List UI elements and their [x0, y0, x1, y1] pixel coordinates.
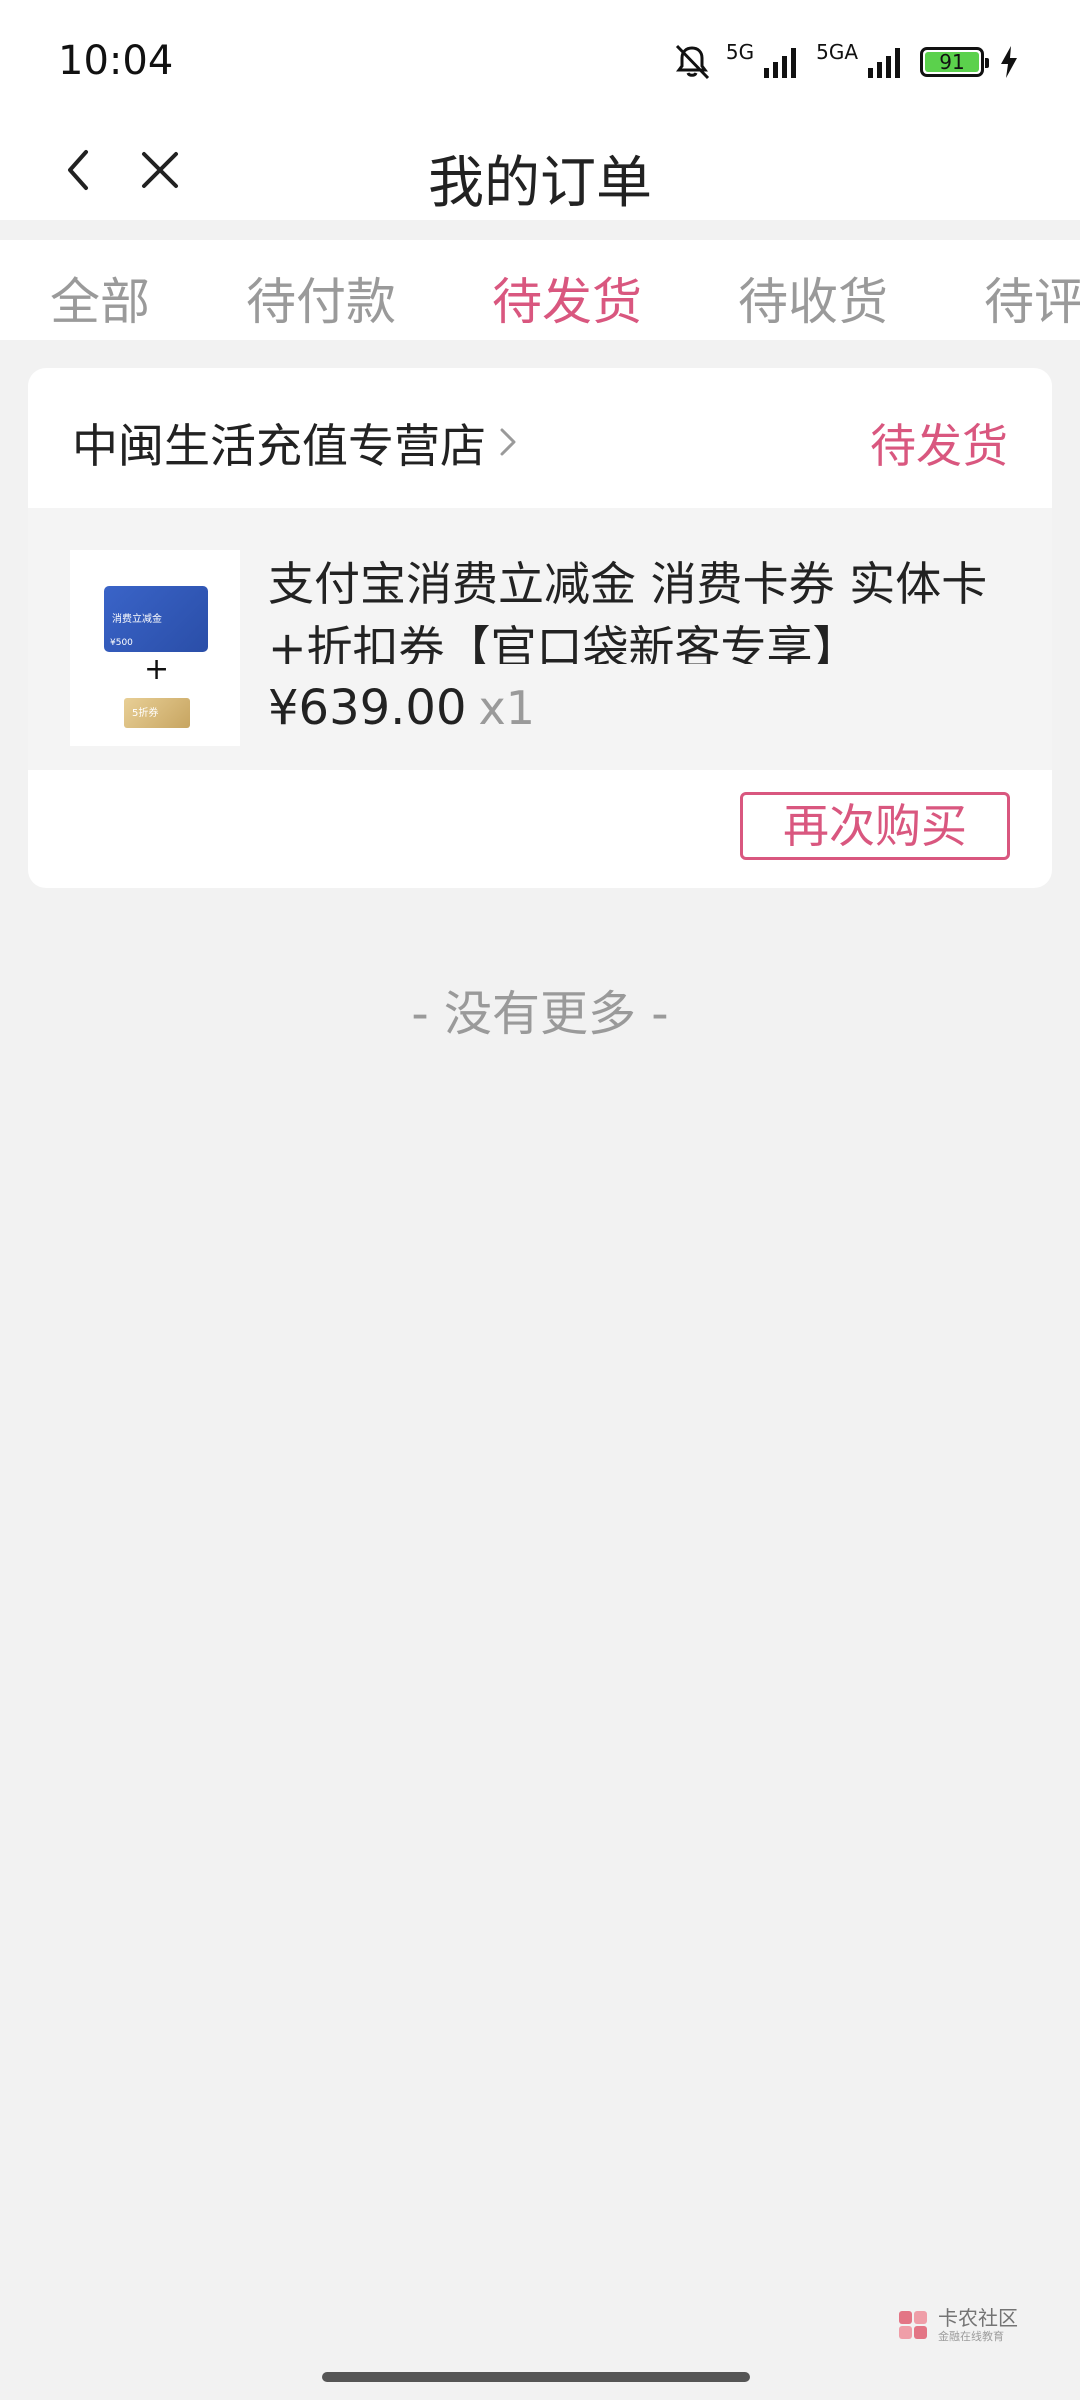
- signal-icon: [764, 48, 797, 78]
- battery-level: 91: [925, 52, 979, 72]
- chevron-right-icon: [500, 428, 516, 456]
- status-time: 10:04: [58, 38, 174, 84]
- battery-icon: 91: [920, 47, 989, 77]
- thumb-card-amount: ¥500: [110, 638, 133, 648]
- order-tabs: 全部 待付款 待发货 待收货 待评: [0, 240, 1080, 340]
- product-quantity: x1: [478, 681, 536, 735]
- thumb-card-text: 消费立减金: [112, 614, 162, 625]
- network-label-2: 5GA: [816, 40, 858, 64]
- no-more-text: - 没有更多 -: [411, 986, 669, 1042]
- gift-card-image: 消费立减金 ¥500: [104, 586, 208, 652]
- tab-all[interactable]: 全部: [50, 262, 150, 334]
- status-icons: 5G 5GA 91: [672, 40, 1020, 84]
- shop-name[interactable]: 中闽生活充值专营店: [72, 410, 486, 476]
- buy-again-button[interactable]: 再次购买: [740, 792, 1010, 860]
- product-price-line: ¥639.00 x1: [268, 680, 535, 736]
- watermark-logo-icon: [899, 2311, 927, 2339]
- tab-pending-review[interactable]: 待评: [984, 262, 1080, 334]
- tab-pending-shipment[interactable]: 待发货: [492, 262, 642, 334]
- mute-bell-icon: [675, 44, 709, 80]
- product-price: ¥639.00: [268, 680, 467, 736]
- watermark-title: 卡农社区: [938, 2306, 1018, 2330]
- signal-icon: [868, 48, 900, 78]
- product-thumbnail: 消费立减金 ¥500 + 5折券: [70, 550, 240, 746]
- watermark-subtitle: 金融在线教育: [938, 2330, 1004, 2343]
- network-label-1: 5G: [725, 40, 755, 64]
- coupon-image: 5折券: [124, 698, 190, 728]
- tab-pending-receipt[interactable]: 待收货: [738, 262, 888, 334]
- status-bar: 10:04 5G 5GA 91: [0, 0, 1080, 120]
- order-card-header[interactable]: 中闽生活充值专营店 待发货: [28, 368, 1052, 508]
- watermark: 卡农社区 金融在线教育: [896, 2308, 1018, 2342]
- order-card-footer: 再次购买: [28, 770, 1052, 888]
- thumb-coupon-text: 5折券: [132, 708, 159, 719]
- header: 我的订单: [0, 120, 1080, 220]
- page-title: 我的订单: [428, 151, 652, 216]
- product-title: 支付宝消费立减金 消费卡券 实体卡+折扣券【官口袋新客专享】: [268, 557, 988, 664]
- product-item[interactable]: 消费立减金 ¥500 + 5折券 支付宝消费立减金 消费卡券 实体卡+折扣券【官…: [28, 508, 1052, 770]
- home-indicator[interactable]: [322, 2372, 750, 2382]
- thumb-plus: +: [144, 652, 170, 687]
- charging-icon: [1001, 46, 1017, 78]
- order-status: 待发货: [870, 419, 1008, 473]
- tab-pending-payment[interactable]: 待付款: [246, 262, 396, 334]
